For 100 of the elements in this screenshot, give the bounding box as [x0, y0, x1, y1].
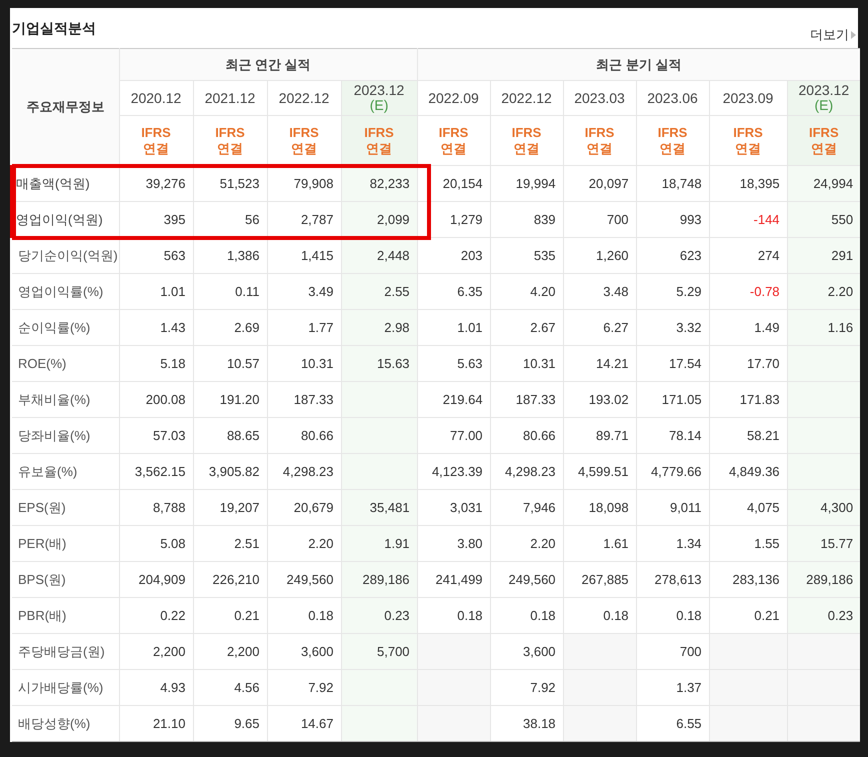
table-cell: 79,908 [267, 166, 341, 202]
table-cell: 2.69 [193, 310, 267, 346]
table-cell: 80.66 [490, 418, 564, 454]
row-label: 유보율(%) [12, 454, 119, 490]
table-cell: 267,885 [563, 562, 636, 598]
table-cell: 15.77 [787, 526, 860, 562]
table-cell: 4,298.23 [490, 454, 564, 490]
table-cell: 171.83 [709, 382, 788, 418]
table-cell: 19,207 [193, 490, 267, 526]
table-cell: 535 [490, 238, 564, 274]
more-link[interactable]: 더보기 [810, 26, 858, 44]
table-cell: 4,123.39 [417, 454, 490, 490]
table-cell: 1,415 [267, 238, 341, 274]
accounting-basis-label: IFRS 연결 [808, 124, 840, 156]
table-cell: 3,562.15 [119, 454, 193, 490]
table-cell: 6.27 [563, 310, 636, 346]
table-cell: 3,031 [417, 490, 490, 526]
table-cell: 289,186 [341, 562, 418, 598]
table-cell: 0.11 [193, 274, 267, 310]
table-cell: 2.20 [787, 274, 860, 310]
row-label: 영업이익률(%) [12, 274, 119, 310]
period-header: 2022.09 [417, 80, 490, 116]
table-cell: 20,154 [417, 166, 490, 202]
table-cell: 9.65 [193, 706, 267, 742]
caret-icon [851, 31, 856, 39]
table-cell: 3.48 [563, 274, 636, 310]
table-cell: 2.20 [490, 526, 564, 562]
row-label: EPS(원) [12, 490, 119, 526]
table-cell: 51,523 [193, 166, 267, 202]
table-cell: 35,481 [341, 490, 418, 526]
estimate-mark: (E) [813, 98, 834, 113]
table-cell: 241,499 [417, 562, 490, 598]
table-cell: 3,600 [267, 634, 341, 670]
table-cell: 89.71 [563, 418, 636, 454]
table-cell: -0.78 [709, 274, 788, 310]
period-header: 2023.12 (E) [787, 80, 860, 116]
table-cell: 200.08 [119, 382, 193, 418]
table-cell: 15.63 [341, 346, 418, 382]
table-cell: 6.55 [636, 706, 710, 742]
accounting-basis-label: IFRS 연결 [732, 124, 764, 156]
table-cell: 700 [563, 202, 636, 238]
period-header: 2020.12 [119, 80, 193, 116]
row-label: 부채비율(%) [12, 382, 119, 418]
table-cell: 550 [787, 202, 860, 238]
table-cell: 80.66 [267, 418, 341, 454]
table-cell: 289,186 [787, 562, 860, 598]
table-cell: 4,599.51 [563, 454, 636, 490]
table-cell: 24,994 [787, 166, 860, 202]
table-cell: 57.03 [119, 418, 193, 454]
table-cell: 0.21 [193, 598, 267, 634]
estimate-mark: (E) [368, 98, 390, 113]
table-cell: 39,276 [119, 166, 193, 202]
period-header: 2023.06 [636, 80, 710, 116]
table-cell: 0.23 [341, 598, 418, 634]
table-cell: 1.37 [636, 670, 710, 706]
table-cell: 291 [787, 238, 860, 274]
table-cell: 1,260 [563, 238, 636, 274]
period-header: 2021.12 [193, 80, 267, 116]
table-cell: 1.16 [787, 310, 860, 346]
table-cell: 2.67 [490, 310, 564, 346]
table-cell: 0.18 [490, 598, 564, 634]
period-header: 2022.12 [267, 80, 341, 116]
table-cell: 3,600 [490, 634, 564, 670]
table-cell: 226,210 [193, 562, 267, 598]
table-cell: 1.01 [417, 310, 490, 346]
table-cell: 88.65 [193, 418, 267, 454]
table-cell: 20,097 [563, 166, 636, 202]
table-cell: 4,849.36 [709, 454, 788, 490]
table-cell: 249,560 [267, 562, 341, 598]
table-cell: 10.57 [193, 346, 267, 382]
table-cell: 1.91 [341, 526, 418, 562]
table-cell: -144 [709, 202, 788, 238]
table-cell: 14.67 [267, 706, 341, 742]
table-cell: 2,448 [341, 238, 418, 274]
table-cell: 2,200 [193, 634, 267, 670]
table-cell: 4,300 [787, 490, 860, 526]
table-cell: 0.23 [787, 598, 860, 634]
table-cell: 19,994 [490, 166, 564, 202]
table-cell: 17.54 [636, 346, 710, 382]
period-header: 2022.12 [490, 80, 564, 116]
table-cell: 82,233 [341, 166, 418, 202]
table-cell: 2.51 [193, 526, 267, 562]
table-cell: 38.18 [490, 706, 564, 742]
table-cell: 2,200 [119, 634, 193, 670]
table-cell: 283,136 [709, 562, 788, 598]
table-cell: 10.31 [267, 346, 341, 382]
table-cell: 2.98 [341, 310, 418, 346]
table-cell: 20,679 [267, 490, 341, 526]
table-cell: 5,700 [341, 634, 418, 670]
table-cell: 993 [636, 202, 710, 238]
section-title: 기업실적분석 [12, 19, 96, 38]
table-cell: 4,075 [709, 490, 788, 526]
table-cell: 274 [709, 238, 788, 274]
accounting-basis-label: IFRS 연결 [584, 124, 616, 156]
column-group-header: 최근 연간 실적 [119, 48, 418, 80]
table-cell: 1.34 [636, 526, 710, 562]
table-cell: 191.20 [193, 382, 267, 418]
table-cell: 1.61 [563, 526, 636, 562]
table-cell: 623 [636, 238, 710, 274]
table-cell: 1.55 [709, 526, 788, 562]
